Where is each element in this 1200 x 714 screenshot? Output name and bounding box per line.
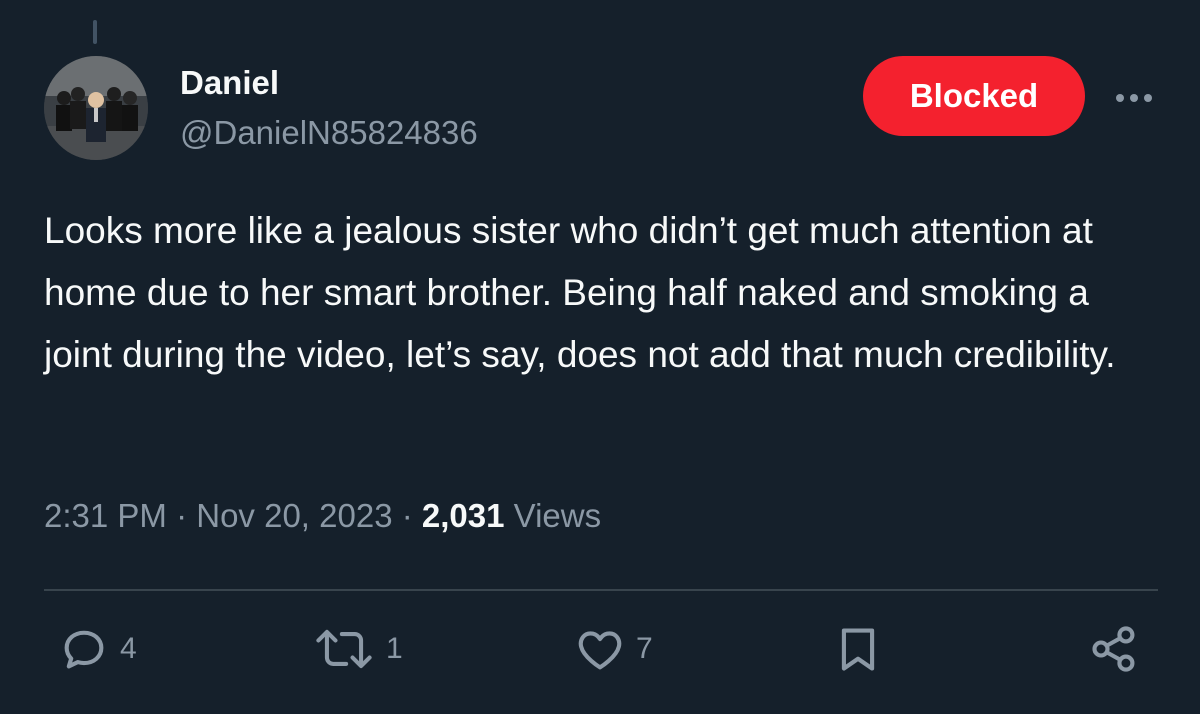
avatar-photo-icon [44, 56, 148, 160]
share-icon [1092, 626, 1135, 672]
like-button[interactable]: 7 [574, 620, 653, 678]
author-handle[interactable]: @DanielN85824836 [180, 114, 478, 152]
reply-count: 4 [120, 632, 137, 665]
bookmark-button[interactable] [832, 620, 884, 678]
views-label: Views [513, 497, 602, 534]
views-count: 2,031 [421, 497, 505, 534]
share-button[interactable] [1088, 620, 1140, 678]
retweet-button[interactable]: 1 [312, 620, 403, 678]
tweet-time[interactable]: 2:31 PM [44, 497, 167, 534]
retweet-icon [316, 629, 372, 669]
thread-connector-line [93, 20, 97, 44]
avatar[interactable] [44, 56, 148, 160]
tweet-date[interactable]: Nov 20, 2023 [196, 497, 392, 534]
reply-icon [64, 630, 104, 669]
like-count: 7 [636, 632, 653, 665]
meta-separator: · [176, 497, 188, 534]
tweet-metadata: 2:31 PM · Nov 20, 2023 · 2,031 Views [44, 497, 601, 535]
more-dots-icon [1116, 94, 1152, 102]
tweet-text: Looks more like a jealous sister who did… [44, 210, 1116, 375]
more-options-button[interactable] [1112, 80, 1156, 116]
blocked-button[interactable]: Blocked [863, 56, 1085, 136]
meta-separator: · [401, 497, 413, 534]
bookmark-icon [841, 628, 875, 671]
retweet-count: 1 [386, 632, 403, 665]
divider [44, 589, 1158, 591]
reply-button[interactable]: 4 [58, 620, 137, 678]
author-display-name[interactable]: Daniel [180, 64, 279, 102]
heart-icon [578, 631, 622, 670]
